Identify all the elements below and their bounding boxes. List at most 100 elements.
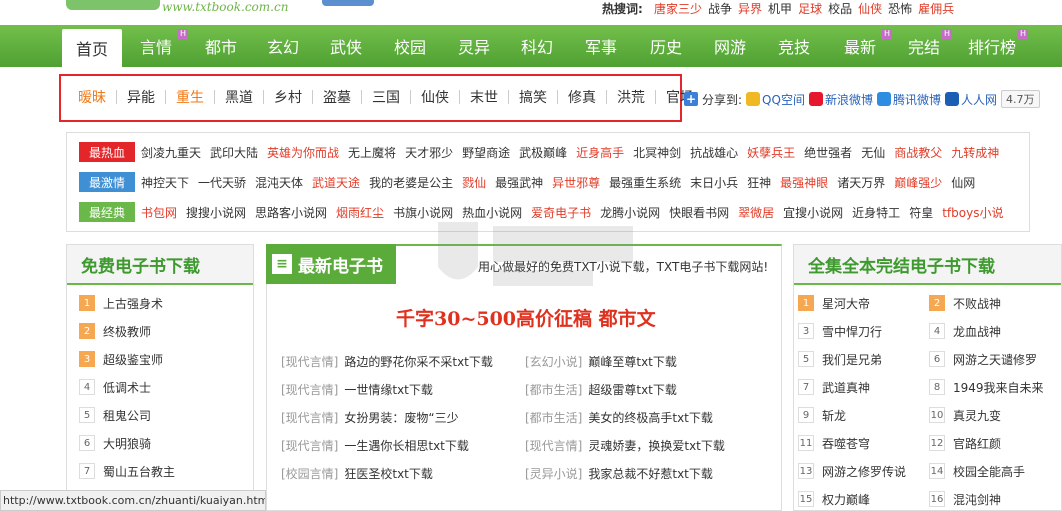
rank-item[interactable]: 9 斩龙 xyxy=(798,401,906,429)
hot-book-link[interactable]: 巅峰强少 xyxy=(894,174,942,191)
book-title[interactable]: 女扮男装：废物“三少 xyxy=(344,409,458,426)
share-qzone[interactable]: QQ空间 xyxy=(746,91,805,108)
hot-book-link[interactable]: 书旗小说网 xyxy=(393,204,453,221)
rank-item[interactable]: 13 网游之修罗传说 xyxy=(798,457,906,485)
book-item[interactable]: [都市生活] 超级雷尊txt下载 xyxy=(525,375,725,403)
hot-book-link[interactable]: 一代天骄 xyxy=(198,174,246,191)
book-title[interactable]: 超级雷尊txt下载 xyxy=(588,381,677,398)
book-category[interactable]: [灵异小说] xyxy=(525,465,582,482)
hot-book-link[interactable]: 野望商途 xyxy=(462,144,510,161)
hot-book-link[interactable]: 最强重生系统 xyxy=(609,174,681,191)
nav-item-3[interactable]: 玄幻 xyxy=(252,25,314,67)
tag-link[interactable]: 暧昧 xyxy=(78,87,106,107)
rank-item[interactable]: 12 官路红颜 xyxy=(929,429,1044,457)
tag-link[interactable]: 重生 xyxy=(176,87,204,107)
headline-link[interactable]: 千字30~500高价征稿 都市文 xyxy=(396,304,656,331)
share-weibo[interactable]: 新浪微博 xyxy=(808,91,873,108)
book-item[interactable]: [都市生活] 美女的终极高手txt下载 xyxy=(525,403,725,431)
hot-book-link[interactable]: 剑凌九重天 xyxy=(141,144,201,161)
rank-item[interactable]: 2 不败战神 xyxy=(929,289,1044,317)
rank-item[interactable]: 2 终极教师 xyxy=(79,317,175,345)
hot-book-link[interactable]: 符皇 xyxy=(909,204,933,221)
tag-link[interactable]: 盗墓 xyxy=(323,87,351,107)
tag-link[interactable]: 三国 xyxy=(372,87,400,107)
rank-item[interactable]: 16 混沌剑神 xyxy=(929,485,1044,511)
tag-link[interactable]: 搞笑 xyxy=(519,87,547,107)
nav-item-4[interactable]: 武侠 xyxy=(314,25,378,67)
hot-book-link[interactable]: 戮仙 xyxy=(462,174,486,191)
hot-book-link[interactable]: 妖孽兵王 xyxy=(747,144,795,161)
hot-search-word[interactable]: 雇佣兵 xyxy=(918,0,954,17)
book-title[interactable]: 一世情缘txt下载 xyxy=(344,381,433,398)
book-item[interactable]: [灵异小说] 我家总裁不好惹txt下载 xyxy=(525,459,725,487)
tag-link[interactable]: 黑道 xyxy=(225,87,253,107)
rank-item[interactable]: 8 1949我来自未来 xyxy=(929,373,1044,401)
hot-book-link[interactable]: 仙网 xyxy=(951,174,975,191)
site-url[interactable]: www.txtbook.com.cn xyxy=(162,0,288,14)
book-item[interactable]: [现代言情] 灵魂娇妻，换换爱txt下载 xyxy=(525,431,725,459)
hot-book-link[interactable]: 抗战雄心 xyxy=(690,144,738,161)
rank-item[interactable]: 15 权力巅峰 xyxy=(798,485,906,511)
tag-link[interactable]: 末世 xyxy=(470,87,498,107)
hot-book-link[interactable]: 无上魔将 xyxy=(348,144,396,161)
rank-item[interactable]: 6 网游之天谴修罗 xyxy=(929,345,1044,373)
book-title[interactable]: 我家总裁不好惹txt下载 xyxy=(588,465,713,482)
hot-search-word[interactable]: 唐家三少 xyxy=(654,0,702,17)
rank-item[interactable]: 5 我们是兄弟 xyxy=(798,345,906,373)
tag-link[interactable]: 乡村 xyxy=(274,87,302,107)
rank-item[interactable]: 1 上古强身术 xyxy=(79,289,175,317)
hot-book-link[interactable]: 诸天万界 xyxy=(837,174,885,191)
hot-book-link[interactable]: 商战教父 xyxy=(894,144,942,161)
share-plus-icon[interactable]: + xyxy=(684,92,698,106)
rank-item[interactable]: 6 大明狼骑 xyxy=(79,429,175,457)
rank-item[interactable]: 5 租鬼公司 xyxy=(79,401,175,429)
book-item[interactable]: [玄幻小说] 巅峰至尊txt下载 xyxy=(525,347,725,375)
hot-book-link[interactable]: 最强武神 xyxy=(495,174,543,191)
hot-book-link[interactable]: 末日小兵 xyxy=(690,174,738,191)
nav-item-9[interactable]: 历史 xyxy=(634,25,698,67)
hot-search-word[interactable]: 仙侠 xyxy=(858,0,882,17)
nav-item-11[interactable]: 竞技 xyxy=(762,25,826,67)
book-item[interactable]: [现代言情] 路边的野花你采不采txt下载 xyxy=(281,347,493,375)
tag-link[interactable]: 洪荒 xyxy=(617,87,645,107)
book-category[interactable]: [现代言情] xyxy=(281,353,338,370)
hot-book-link[interactable]: 近身特工 xyxy=(852,204,900,221)
hot-search-word[interactable]: 机甲 xyxy=(768,0,792,17)
hot-book-link[interactable]: 宜搜小说网 xyxy=(783,204,843,221)
rank-item[interactable]: 7 蜀山五台教主 xyxy=(79,457,175,485)
book-title[interactable]: 灵魂娇妻，换换爱txt下载 xyxy=(588,437,725,454)
book-item[interactable]: [校园言情] 狂医圣校txt下载 xyxy=(281,459,493,487)
book-category[interactable]: [现代言情] xyxy=(525,437,582,454)
rank-item[interactable]: 3 雪中悍刀行 xyxy=(798,317,906,345)
hot-book-link[interactable]: 英雄为你而战 xyxy=(267,144,339,161)
nav-item-12[interactable]: 最新 H xyxy=(826,25,894,67)
nav-item-13[interactable]: 完结 H xyxy=(894,25,954,67)
hot-search-word[interactable]: 校品 xyxy=(828,0,852,17)
book-category[interactable]: [现代言情] xyxy=(281,409,338,426)
rank-item[interactable]: 7 武道真神 xyxy=(798,373,906,401)
hot-book-link[interactable]: 武极巅峰 xyxy=(519,144,567,161)
rank-item[interactable]: 11 吞噬苍穹 xyxy=(798,429,906,457)
hot-search-word[interactable]: 恐怖 xyxy=(888,0,912,17)
hot-book-link[interactable]: 狂神 xyxy=(747,174,771,191)
rank-item[interactable]: 4 低调术士 xyxy=(79,373,175,401)
hot-book-link[interactable]: 武印大陆 xyxy=(210,144,258,161)
rank-item[interactable]: 14 校园全能高手 xyxy=(929,457,1044,485)
hot-book-link[interactable]: 天才邪少 xyxy=(405,144,453,161)
hot-book-link[interactable]: 思路客小说网 xyxy=(255,204,327,221)
nav-item-8[interactable]: 军事 xyxy=(568,25,634,67)
book-title[interactable]: 美女的终极高手txt下载 xyxy=(588,409,713,426)
hot-book-link[interactable]: 北冥神剑 xyxy=(633,144,681,161)
hot-book-link[interactable]: 翠微居 xyxy=(738,204,774,221)
hot-book-link[interactable]: 热血小说网 xyxy=(462,204,522,221)
hot-book-link[interactable]: 搜搜小说网 xyxy=(186,204,246,221)
hot-search-word[interactable]: 异界 xyxy=(738,0,762,17)
rank-item[interactable]: 1 星河大帝 xyxy=(798,289,906,317)
book-category[interactable]: [现代言情] xyxy=(281,381,338,398)
hot-book-link[interactable]: 神控天下 xyxy=(141,174,189,191)
hot-book-link[interactable]: 混沌天体 xyxy=(255,174,303,191)
tag-link[interactable]: 仙侠 xyxy=(421,87,449,107)
hot-search-word[interactable]: 足球 xyxy=(798,0,822,17)
book-title[interactable]: 狂医圣校txt下载 xyxy=(344,465,433,482)
book-title[interactable]: 巅峰至尊txt下载 xyxy=(588,353,677,370)
